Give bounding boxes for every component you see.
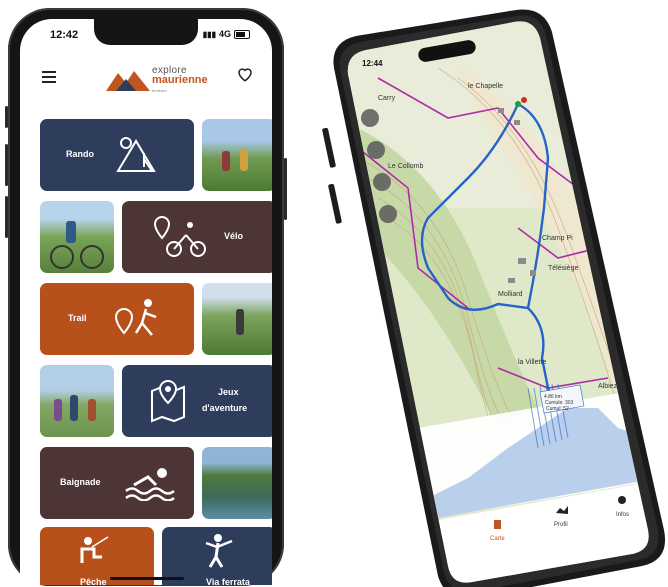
info-tab-icon	[618, 496, 626, 504]
logo-line2: maurienne	[152, 74, 208, 86]
hamburger-menu-icon[interactable]	[42, 71, 56, 86]
app-header: explore maurienne territoire	[20, 49, 272, 99]
map-pin-icon	[151, 379, 185, 423]
status-bar: 12:42 ▮▮▮ 4G	[20, 19, 272, 47]
layers-icon[interactable]	[361, 109, 379, 127]
explore-maurienne-logo: explore maurienne territoire	[106, 63, 216, 97]
locate-icon[interactable]	[367, 141, 385, 159]
tab-label: Infos	[616, 512, 629, 518]
tab-label: Profil	[554, 522, 568, 528]
trail-photo	[202, 283, 272, 355]
status-time: 12:42	[50, 29, 79, 41]
tile-jeux-aventure[interactable]: Jeux d'aventure	[122, 365, 272, 437]
network-label: 4G	[218, 29, 231, 39]
tile-label: Vélo	[224, 231, 244, 241]
phone-right: Le Collomb Champ Pi Molliard la Villette…	[318, 8, 668, 587]
power-button	[284, 158, 287, 220]
swimming-icon	[125, 468, 175, 501]
heart-icon[interactable]	[236, 65, 254, 83]
fishing-icon	[80, 536, 109, 563]
mute-switch	[5, 106, 8, 128]
map-place-label: Le Collomb	[388, 163, 424, 170]
tab-label: Carte	[490, 536, 505, 542]
tile-label: Rando	[66, 149, 94, 159]
map-place-label: la Villette	[518, 359, 546, 366]
home-indicator	[110, 577, 184, 580]
map-place-label: Télésiège	[548, 265, 578, 272]
battery-icon	[234, 29, 250, 39]
volume-down-button	[5, 196, 8, 238]
tile-label: Trail	[68, 313, 87, 323]
tile-label-line2: d'aventure	[202, 403, 248, 413]
tile-label: Baignade	[60, 477, 101, 487]
via-ferrata-icon	[205, 534, 233, 568]
map-place-label: le Chapelle	[468, 83, 503, 90]
trail-running-icon	[114, 299, 157, 336]
map-place-label: Carry	[378, 95, 396, 102]
phone-left: 12:42 ▮▮▮ 4G explore maurienne territoir…	[5, 8, 287, 586]
map-place-label: Albiez	[598, 383, 618, 390]
rando-photo	[202, 119, 272, 191]
tile-label: Pêche	[80, 577, 107, 585]
phone-right-device: Le Collomb Champ Pi Molliard la Villette…	[322, 9, 665, 587]
tile-velo[interactable]: Vélo	[122, 201, 272, 273]
compass-icon[interactable]	[373, 173, 391, 191]
volume-up-button	[5, 144, 8, 186]
status-indicators: ▮▮▮ 4G	[203, 29, 250, 39]
baignade-photo	[202, 447, 272, 519]
jeux-photo	[40, 365, 114, 437]
tile-label: Via ferrata	[206, 577, 250, 585]
logo-tagline: territoire	[152, 88, 167, 93]
cycling-icon	[153, 215, 206, 257]
map-tab-icon	[494, 520, 501, 529]
tooltip-loss: Cumul: 52	[546, 406, 569, 412]
velo-photo	[40, 201, 114, 273]
mountain-logo-icon	[106, 71, 150, 91]
signal-icon: ▮▮▮	[202, 29, 216, 39]
tile-rando[interactable]: Rando	[40, 119, 194, 191]
app-screen: 12:42 ▮▮▮ 4G explore maurienne territoir…	[20, 19, 272, 585]
tile-trail[interactable]: Trail	[40, 283, 194, 355]
hiking-icon	[116, 137, 156, 172]
tile-baignade[interactable]: Baignade	[40, 447, 194, 519]
status-time: 12:44	[362, 59, 383, 68]
download-icon[interactable]	[379, 205, 397, 223]
map-place-label: Champ Pi	[542, 235, 573, 242]
map-place-label: Molliard	[498, 291, 523, 298]
tile-label-line1: Jeux	[218, 387, 239, 397]
